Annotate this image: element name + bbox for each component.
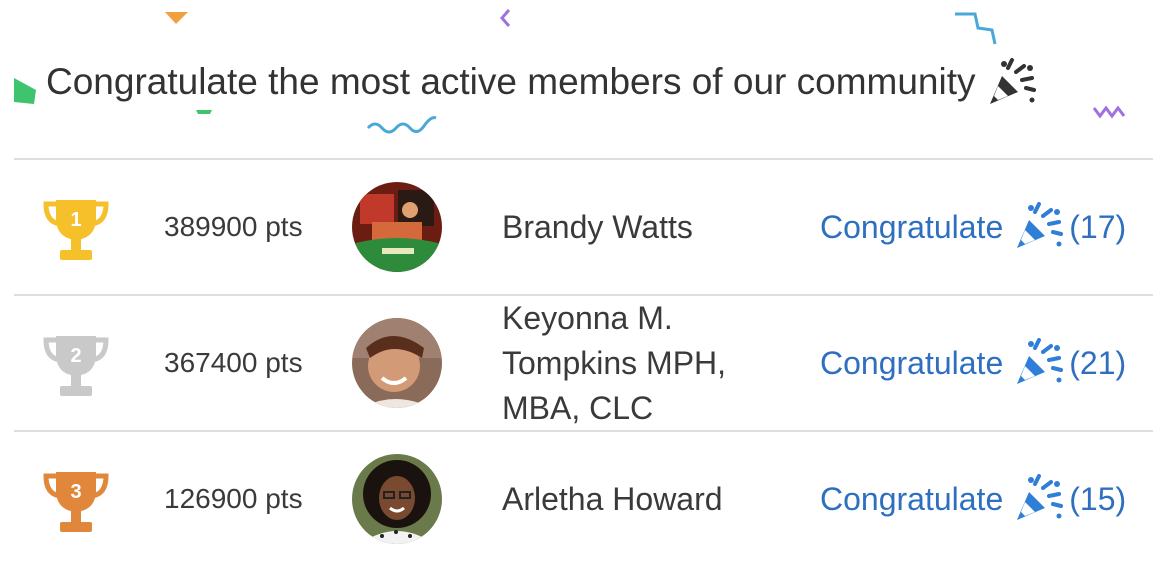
avatar[interactable] (352, 318, 442, 408)
member-name[interactable]: Arletha Howard (502, 432, 782, 561)
congratulate-label[interactable]: Congratulate (820, 345, 1003, 382)
bronze-trophy-icon: 3 (43, 472, 109, 532)
gold-trophy-icon: 1 (43, 200, 109, 260)
rank-number: 3 (70, 481, 81, 503)
widget-title-text: Congratulate the most active members of … (46, 61, 976, 102)
leaderboard-row: 3 126900 pts Arletha Howard Congratulate… (14, 430, 1153, 561)
party-popper-icon (989, 58, 1036, 104)
congratulate-count[interactable]: (17) (1069, 209, 1126, 246)
member-name[interactable]: Brandy Watts (502, 160, 782, 294)
leaderboard-row: 1 389900 pts Brandy Watts Congratulate (… (14, 158, 1153, 294)
most-active-members-widget: Congratulate the most active members of … (0, 0, 1153, 561)
member-points: 389900 pts (164, 211, 303, 242)
congratulate-label[interactable]: Congratulate (820, 209, 1003, 246)
avatar[interactable] (352, 454, 442, 544)
congratulate-button[interactable]: Congratulate (17) (820, 160, 1126, 294)
member-name[interactable]: Keyonna M. Tompkins MPH, MBA, CLC (502, 296, 782, 430)
party-popper-icon[interactable] (1015, 474, 1065, 524)
rank-number: 1 (70, 209, 81, 231)
silver-trophy-icon: 2 (43, 336, 109, 396)
congratulate-button[interactable]: Congratulate (15) (820, 432, 1126, 561)
leaderboard-list: 1 389900 pts Brandy Watts Congratulate (… (14, 158, 1153, 561)
rank-number: 2 (70, 345, 81, 367)
congratulate-count[interactable]: (21) (1069, 345, 1126, 382)
avatar[interactable] (352, 182, 442, 272)
member-points: 126900 pts (164, 483, 303, 514)
congratulate-label[interactable]: Congratulate (820, 481, 1003, 518)
congratulate-button[interactable]: Congratulate (21) (820, 296, 1126, 430)
congratulate-count[interactable]: (15) (1069, 481, 1126, 518)
member-points: 367400 pts (164, 347, 303, 378)
widget-header: Congratulate the most active members of … (0, 0, 1153, 158)
leaderboard-row: 2 367400 pts Keyonna M. Tompkins MPH, MB… (14, 294, 1153, 430)
party-popper-icon[interactable] (1015, 202, 1065, 252)
party-popper-icon[interactable] (1015, 338, 1065, 388)
widget-title: Congratulate the most active members of … (46, 56, 1038, 108)
